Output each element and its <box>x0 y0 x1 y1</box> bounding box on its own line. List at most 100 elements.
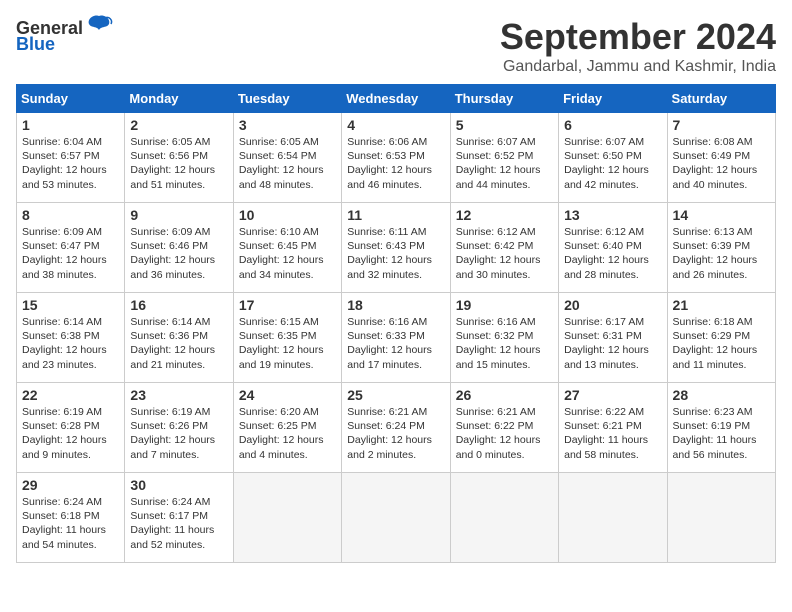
calendar-day: 26 Sunrise: 6:21 AM Sunset: 6:22 PM Dayli… <box>450 383 558 473</box>
calendar-day: 14 Sunrise: 6:13 AM Sunset: 6:39 PM Dayli… <box>667 203 775 293</box>
day-number: 20 <box>564 297 661 313</box>
day-number: 10 <box>239 207 336 223</box>
day-number: 18 <box>347 297 444 313</box>
day-info: Sunrise: 6:08 AM Sunset: 6:49 PM Dayligh… <box>673 135 770 192</box>
day-number: 23 <box>130 387 227 403</box>
calendar-day: 5 Sunrise: 6:07 AM Sunset: 6:52 PM Daylig… <box>450 113 558 203</box>
calendar-day: 28Sunrise: 6:23 AM Sunset: 6:19 PM Dayli… <box>667 383 775 473</box>
calendar-day: 1Sunrise: 6:04 AM Sunset: 6:57 PM Daylig… <box>17 113 125 203</box>
day-info: Sunrise: 6:14 AM Sunset: 6:36 PM Dayligh… <box>130 315 227 372</box>
day-number: 26 <box>456 387 553 403</box>
logo-bird-icon <box>85 12 113 40</box>
day-info: Sunrise: 6:12 AM Sunset: 6:40 PM Dayligh… <box>564 225 661 282</box>
day-info: Sunrise: 6:18 AM Sunset: 6:29 PM Dayligh… <box>673 315 770 372</box>
page-header: General Blue September 2024 Gandarbal, J… <box>16 16 776 76</box>
day-number: 12 <box>456 207 553 223</box>
day-number: 2 <box>130 117 227 133</box>
day-of-week-header: Saturday <box>667 85 775 113</box>
calendar-day: 6 Sunrise: 6:07 AM Sunset: 6:50 PM Daylig… <box>559 113 667 203</box>
day-number: 11 <box>347 207 444 223</box>
location: Gandarbal, Jammu and Kashmir, India <box>500 58 776 76</box>
day-number: 27 <box>564 387 661 403</box>
day-number: 16 <box>130 297 227 313</box>
calendar-day: 29Sunrise: 6:24 AM Sunset: 6:18 PM Dayli… <box>17 473 125 563</box>
day-of-week-header: Wednesday <box>342 85 450 113</box>
day-info: Sunrise: 6:14 AM Sunset: 6:38 PM Dayligh… <box>22 315 119 372</box>
calendar-day <box>559 473 667 563</box>
day-info: Sunrise: 6:24 AM Sunset: 6:18 PM Dayligh… <box>22 495 119 552</box>
month-title: September 2024 <box>500 16 776 58</box>
day-info: Sunrise: 6:15 AM Sunset: 6:35 PM Dayligh… <box>239 315 336 372</box>
calendar-day: 18 Sunrise: 6:16 AM Sunset: 6:33 PM Dayli… <box>342 293 450 383</box>
day-info: Sunrise: 6:11 AM Sunset: 6:43 PM Dayligh… <box>347 225 444 282</box>
calendar-day: 12 Sunrise: 6:12 AM Sunset: 6:42 PM Dayli… <box>450 203 558 293</box>
title-area: September 2024 Gandarbal, Jammu and Kash… <box>500 16 776 76</box>
calendar-day: 20Sunrise: 6:17 AM Sunset: 6:31 PM Dayli… <box>559 293 667 383</box>
calendar-day: 25 Sunrise: 6:21 AM Sunset: 6:24 PM Dayli… <box>342 383 450 473</box>
logo-blue: Blue <box>16 34 55 55</box>
calendar-day: 17 Sunrise: 6:15 AM Sunset: 6:35 PM Dayli… <box>233 293 341 383</box>
calendar-day: 7 Sunrise: 6:08 AM Sunset: 6:49 PM Daylig… <box>667 113 775 203</box>
calendar-table: SundayMondayTuesdayWednesdayThursdayFrid… <box>16 84 776 563</box>
day-info: Sunrise: 6:16 AM Sunset: 6:33 PM Dayligh… <box>347 315 444 372</box>
day-number: 24 <box>239 387 336 403</box>
calendar-day: 30 Sunrise: 6:24 AM Sunset: 6:17 PM Dayli… <box>125 473 233 563</box>
day-info: Sunrise: 6:16 AM Sunset: 6:32 PM Dayligh… <box>456 315 553 372</box>
calendar-day: 16 Sunrise: 6:14 AM Sunset: 6:36 PM Dayli… <box>125 293 233 383</box>
calendar-day: 15 Sunrise: 6:14 AM Sunset: 6:38 PM Dayli… <box>17 293 125 383</box>
day-of-week-header: Tuesday <box>233 85 341 113</box>
day-info: Sunrise: 6:06 AM Sunset: 6:53 PM Dayligh… <box>347 135 444 192</box>
day-number: 4 <box>347 117 444 133</box>
day-info: Sunrise: 6:13 AM Sunset: 6:39 PM Dayligh… <box>673 225 770 282</box>
day-info: Sunrise: 6:12 AM Sunset: 6:42 PM Dayligh… <box>456 225 553 282</box>
calendar-day: 13 Sunrise: 6:12 AM Sunset: 6:40 PM Dayli… <box>559 203 667 293</box>
calendar-day: 27Sunrise: 6:22 AM Sunset: 6:21 PM Dayli… <box>559 383 667 473</box>
calendar-day: 8Sunrise: 6:09 AM Sunset: 6:47 PM Daylig… <box>17 203 125 293</box>
calendar-header-row: SundayMondayTuesdayWednesdayThursdayFrid… <box>17 85 776 113</box>
day-info: Sunrise: 6:24 AM Sunset: 6:17 PM Dayligh… <box>130 495 227 552</box>
logo: General Blue <box>16 16 113 55</box>
day-number: 22 <box>22 387 119 403</box>
calendar-day <box>233 473 341 563</box>
day-of-week-header: Friday <box>559 85 667 113</box>
day-info: Sunrise: 6:09 AM Sunset: 6:46 PM Dayligh… <box>130 225 227 282</box>
day-number: 6 <box>564 117 661 133</box>
calendar-day: 19Sunrise: 6:16 AM Sunset: 6:32 PM Dayli… <box>450 293 558 383</box>
day-of-week-header: Monday <box>125 85 233 113</box>
day-number: 7 <box>673 117 770 133</box>
calendar-day: 4 Sunrise: 6:06 AM Sunset: 6:53 PM Daylig… <box>342 113 450 203</box>
calendar-day: 9 Sunrise: 6:09 AM Sunset: 6:46 PM Daylig… <box>125 203 233 293</box>
day-number: 30 <box>130 477 227 493</box>
day-info: Sunrise: 6:10 AM Sunset: 6:45 PM Dayligh… <box>239 225 336 282</box>
day-info: Sunrise: 6:21 AM Sunset: 6:22 PM Dayligh… <box>456 405 553 462</box>
day-number: 15 <box>22 297 119 313</box>
calendar-day: 10 Sunrise: 6:10 AM Sunset: 6:45 PM Dayli… <box>233 203 341 293</box>
calendar-day: 22 Sunrise: 6:19 AM Sunset: 6:28 PM Dayli… <box>17 383 125 473</box>
calendar-day <box>450 473 558 563</box>
calendar-day: 23 Sunrise: 6:19 AM Sunset: 6:26 PM Dayli… <box>125 383 233 473</box>
day-info: Sunrise: 6:09 AM Sunset: 6:47 PM Dayligh… <box>22 225 119 282</box>
calendar-day <box>667 473 775 563</box>
day-number: 14 <box>673 207 770 223</box>
day-number: 13 <box>564 207 661 223</box>
day-info: Sunrise: 6:19 AM Sunset: 6:26 PM Dayligh… <box>130 405 227 462</box>
day-number: 9 <box>130 207 227 223</box>
calendar-week-row: 29Sunrise: 6:24 AM Sunset: 6:18 PM Dayli… <box>17 473 776 563</box>
day-info: Sunrise: 6:07 AM Sunset: 6:50 PM Dayligh… <box>564 135 661 192</box>
calendar-day <box>342 473 450 563</box>
day-info: Sunrise: 6:19 AM Sunset: 6:28 PM Dayligh… <box>22 405 119 462</box>
calendar-week-row: 8Sunrise: 6:09 AM Sunset: 6:47 PM Daylig… <box>17 203 776 293</box>
day-info: Sunrise: 6:20 AM Sunset: 6:25 PM Dayligh… <box>239 405 336 462</box>
day-number: 25 <box>347 387 444 403</box>
calendar-week-row: 1Sunrise: 6:04 AM Sunset: 6:57 PM Daylig… <box>17 113 776 203</box>
calendar-day: 2Sunrise: 6:05 AM Sunset: 6:56 PM Daylig… <box>125 113 233 203</box>
day-number: 17 <box>239 297 336 313</box>
calendar-week-row: 15 Sunrise: 6:14 AM Sunset: 6:38 PM Dayli… <box>17 293 776 383</box>
day-number: 5 <box>456 117 553 133</box>
day-info: Sunrise: 6:07 AM Sunset: 6:52 PM Dayligh… <box>456 135 553 192</box>
day-info: Sunrise: 6:21 AM Sunset: 6:24 PM Dayligh… <box>347 405 444 462</box>
calendar-week-row: 22 Sunrise: 6:19 AM Sunset: 6:28 PM Dayli… <box>17 383 776 473</box>
day-number: 28 <box>673 387 770 403</box>
day-info: Sunrise: 6:05 AM Sunset: 6:54 PM Dayligh… <box>239 135 336 192</box>
day-number: 3 <box>239 117 336 133</box>
